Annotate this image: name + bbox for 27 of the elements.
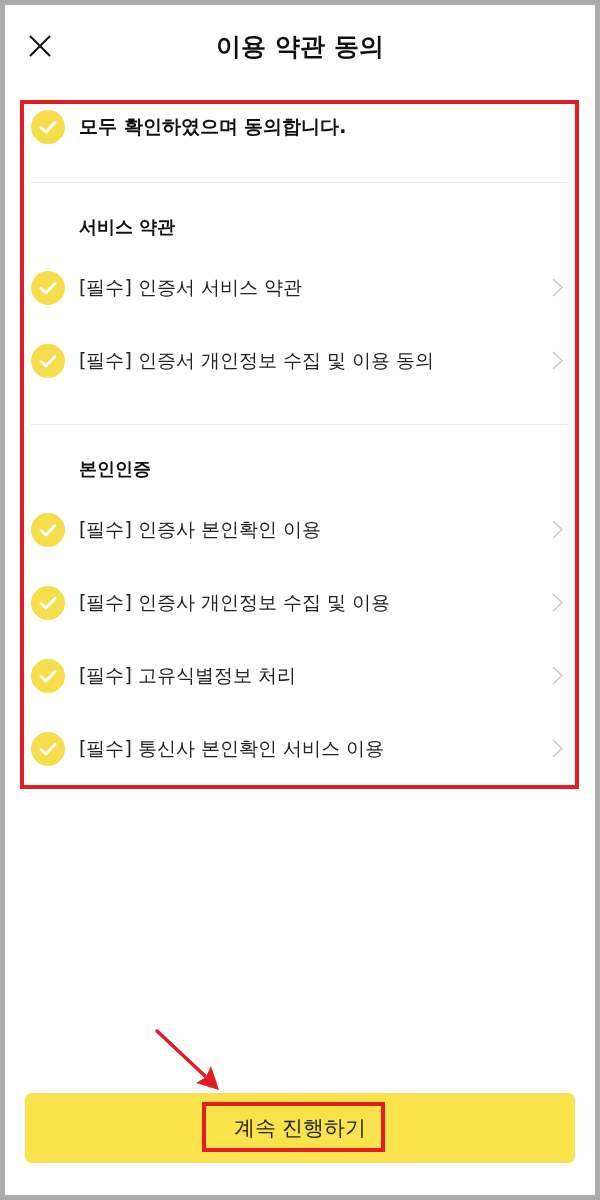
check-circle-icon[interactable] xyxy=(31,110,65,144)
terms-label: [필수] 인증사 본인확인 이용 xyxy=(79,516,322,542)
terms-label: [필수] 인증서 서비스 약관 xyxy=(79,274,303,300)
terms-label: [필수] 인증사 개인정보 수집 및 이용 xyxy=(79,589,392,615)
check-circle-icon[interactable] xyxy=(31,343,65,378)
continue-button[interactable]: 계속 진행하기 xyxy=(25,1093,575,1163)
terms-label: [필수] 인증서 개인정보 수집 및 이용 동의 xyxy=(79,347,436,373)
check-circle-icon[interactable] xyxy=(31,512,65,547)
chevron-right-icon[interactable] xyxy=(552,593,563,612)
section-heading: 서비스 약관 xyxy=(79,215,177,239)
check-circle-icon[interactable] xyxy=(31,658,65,693)
chevron-right-icon[interactable] xyxy=(552,520,563,539)
check-circle-icon[interactable] xyxy=(31,585,65,620)
section-heading: 본인인증 xyxy=(79,457,152,481)
check-circle-icon[interactable] xyxy=(31,270,65,305)
check-circle-icon[interactable] xyxy=(31,731,65,766)
chevron-right-icon[interactable] xyxy=(552,351,563,370)
close-icon xyxy=(29,35,51,57)
page-title: 이용 약관 동의 xyxy=(215,30,385,63)
chevron-right-icon[interactable] xyxy=(552,666,563,685)
chevron-right-icon[interactable] xyxy=(552,278,563,297)
terms-label: [필수] 통신사 본인확인 서비스 이용 xyxy=(79,735,385,761)
agree-all-label: 모두 확인하였으며 동의합니다. xyxy=(79,114,348,139)
close-button[interactable] xyxy=(28,34,52,58)
terms-label: [필수] 고유식별정보 처리 xyxy=(79,662,297,688)
annotation-arrow xyxy=(155,1029,219,1090)
chevron-right-icon[interactable] xyxy=(552,739,563,758)
